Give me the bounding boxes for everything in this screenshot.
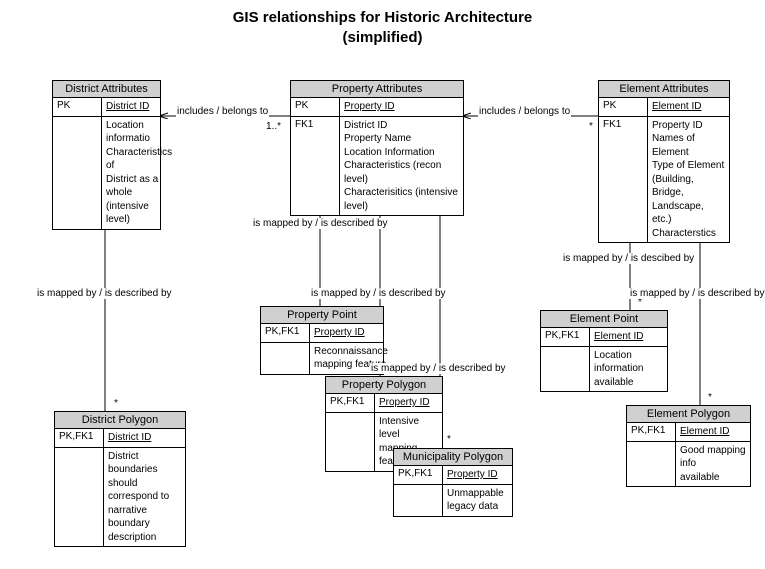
blank-key bbox=[55, 448, 104, 547]
entity-element-point: Element Point PK,FK1 Element ID Location… bbox=[540, 310, 668, 392]
key-label: PK,FK1 bbox=[394, 466, 443, 484]
key-field: Property ID bbox=[310, 324, 383, 342]
pk-field: Element ID bbox=[648, 98, 729, 116]
entity-header: Element Point bbox=[541, 311, 667, 328]
diagram-title: GIS relationships for Historic Architect… bbox=[0, 8, 765, 47]
blank-key bbox=[326, 413, 375, 471]
pk-label: PK bbox=[291, 98, 340, 116]
attr-body: Location informatio Characteristics of D… bbox=[102, 117, 176, 229]
attr-body: District ID Property Name Location Infor… bbox=[340, 117, 463, 216]
key-field: District ID bbox=[104, 429, 185, 447]
entity-header: Municipality Polygon bbox=[394, 449, 512, 466]
attr-body: Unmappable legacy data bbox=[443, 485, 512, 516]
key-field: Property ID bbox=[375, 394, 442, 412]
entity-header: Element Polygon bbox=[627, 406, 750, 423]
key-label: PK,FK1 bbox=[627, 423, 676, 441]
key-label: PK,FK1 bbox=[261, 324, 310, 342]
key-label: PK,FK1 bbox=[326, 394, 375, 412]
entity-municipality-polygon: Municipality Polygon PK,FK1 Property ID … bbox=[393, 448, 513, 517]
entity-district-attributes: District Attributes PK District ID Locat… bbox=[52, 80, 161, 230]
fk-label: FK1 bbox=[291, 117, 340, 216]
entity-header: Element Attributes bbox=[599, 81, 729, 98]
blank-key bbox=[627, 442, 676, 487]
key-label: PK,FK1 bbox=[55, 429, 104, 447]
blank-key bbox=[541, 347, 590, 392]
rel-includes-belongs-2: includes / belongs to bbox=[478, 106, 571, 117]
key-label: PK,FK1 bbox=[541, 328, 590, 346]
rel-many-mp: * bbox=[446, 434, 452, 445]
entity-header: Property Attributes bbox=[291, 81, 463, 98]
fk-label: FK1 bbox=[599, 117, 648, 243]
rel-one-many: 1..* bbox=[265, 121, 282, 132]
entity-property-point: Property Point PK,FK1 Property ID Reconn… bbox=[260, 306, 384, 375]
key-field: Element ID bbox=[590, 328, 667, 346]
rel-mapped-described-dp: is mapped by / is described by bbox=[36, 288, 173, 299]
entity-district-polygon: District Polygon PK,FK1 District ID Dist… bbox=[54, 411, 186, 547]
rel-mapped-descibed-ep: is mapped by / is descibed by bbox=[562, 253, 695, 264]
blank-key bbox=[394, 485, 443, 516]
pk-label: PK bbox=[53, 98, 102, 116]
rel-mapped-described-ppg: is mapped by / is described by bbox=[310, 288, 447, 299]
entity-header: Property Polygon bbox=[326, 377, 442, 394]
entity-element-polygon: Element Polygon PK,FK1 Element ID Good m… bbox=[626, 405, 751, 487]
rel-includes-belongs-1: includes / belongs to bbox=[176, 106, 269, 117]
entity-header: District Polygon bbox=[55, 412, 185, 429]
rel-many-dp: * bbox=[113, 398, 119, 409]
key-field: Property ID bbox=[443, 466, 512, 484]
entity-header: Property Point bbox=[261, 307, 383, 324]
blank-key bbox=[261, 343, 310, 374]
pk-field: District ID bbox=[102, 98, 160, 116]
pk-label: PK bbox=[599, 98, 648, 116]
entity-element-attributes: Element Attributes PK Element ID FK1 Pro… bbox=[598, 80, 730, 243]
attr-body: Property ID Names of Element Type of Ele… bbox=[648, 117, 729, 243]
title-line-2: (simplified) bbox=[0, 28, 765, 48]
attr-body: District boundaries should correspond to… bbox=[104, 448, 185, 547]
attr-body: Good mapping info available bbox=[676, 442, 750, 487]
rel-mapped-described-mp: is mapped by / is described by bbox=[370, 363, 507, 374]
entity-property-attributes: Property Attributes PK Property ID FK1 D… bbox=[290, 80, 464, 216]
entity-header: District Attributes bbox=[53, 81, 160, 98]
key-field: Element ID bbox=[676, 423, 750, 441]
rel-many-ea: * bbox=[588, 121, 594, 132]
pk-field: Property ID bbox=[340, 98, 463, 116]
rel-many-epg: * bbox=[707, 392, 713, 403]
rel-mapped-described-epg: is mapped by / is described by bbox=[629, 288, 765, 299]
blank-key bbox=[53, 117, 102, 229]
rel-mapped-described-pp: is mapped by / is described by bbox=[252, 218, 389, 229]
title-line-1: GIS relationships for Historic Architect… bbox=[0, 8, 765, 28]
attr-body: Location information available bbox=[590, 347, 667, 392]
